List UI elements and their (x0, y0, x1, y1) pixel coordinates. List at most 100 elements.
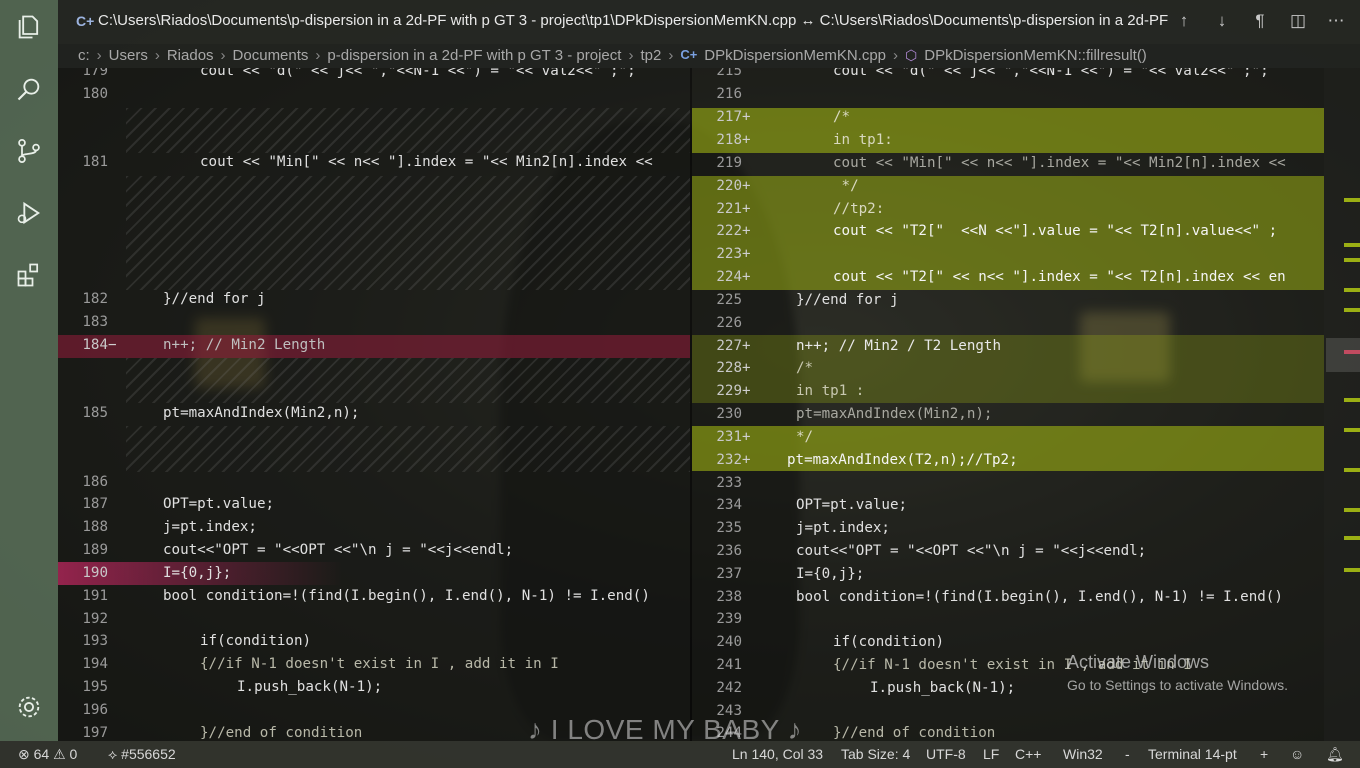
diff-tab-title[interactable]: C:\Users\Riados\Documents\p-dispersion i… (98, 12, 1172, 29)
branch-indicator[interactable]: ⟡ #556652 (108, 746, 176, 763)
encoding[interactable]: UTF-8 (926, 746, 966, 762)
chevron-right-icon: › (628, 47, 634, 64)
notifications-bell-icon[interactable]: 🔔︎ (1326, 746, 1344, 763)
activity-bar (0, 0, 58, 741)
code-line: 181 cout << "Min[" << n<< "].index = "<< … (58, 151, 690, 174)
cursor-position[interactable]: Ln 140, Col 33 (732, 746, 823, 762)
code-line: 216 (716, 86, 742, 102)
code-text: bool condition=!(find(I.begin(), I.end()… (796, 589, 1283, 605)
code-line-added: 224 + cout << "T2[" << n<< "].index = "<< … (692, 266, 1324, 289)
code-text: if(condition) (200, 633, 312, 649)
warning-icon: ⚠ (53, 746, 66, 762)
code-line: 189 cout<<"OPT = "<<OPT <<"\n j = "<<j<<e… (58, 539, 690, 562)
code-text: //tp2: (833, 201, 885, 217)
extensions-icon[interactable] (14, 260, 44, 290)
code-text: OPT=pt.value; (796, 497, 908, 513)
code-text: /* (796, 360, 814, 376)
platform[interactable]: Win32 (1063, 746, 1103, 762)
next-change-icon[interactable]: ↓ (1212, 10, 1232, 32)
breadcrumb-item[interactable]: tp2 (640, 47, 661, 64)
breadcrumb-item[interactable]: DPkDispersionMemKN::fillresult() (924, 47, 1147, 64)
code-line: 195 I.push_back(N-1); (58, 676, 690, 699)
breadcrumb-item[interactable]: Documents (233, 47, 309, 64)
code-text: if(condition) (833, 634, 945, 650)
code-text: I.push_back(N-1); (870, 680, 1016, 696)
code-text: */ (833, 178, 859, 194)
code-text: j=pt.index; (163, 519, 257, 535)
code-text: in tp1 : (796, 383, 865, 399)
code-text: cout<<"OPT = "<<OPT <<"\n j = "<<j<<endl… (163, 542, 514, 558)
language-mode[interactable]: C++ (1015, 746, 1041, 762)
breadcrumb-item[interactable]: DPkDispersionMemKN.cpp (704, 47, 886, 64)
code-text: {//if N-1 doesn't exist in I , add it in… (200, 656, 559, 672)
diff-original-pane[interactable]: 179 cout << "d(" << j<< ","<<N-1 <<") = "… (58, 68, 690, 741)
code-line-added: 217 +/* (692, 106, 1324, 129)
error-icon: ⊗ (18, 746, 30, 762)
code-text: cout << "T2[" << n<< "].index = "<< T2[n… (833, 269, 1286, 285)
tab-size[interactable]: Tab Size: 4 (841, 746, 910, 762)
source-control-icon: ⟡ (108, 746, 118, 762)
code-line: 185 pt=maxAndIndex(Min2,n); (58, 402, 690, 425)
breadcrumb-item[interactable]: Users (109, 47, 148, 64)
code-text: cout << "T2[" <<N <<"].value = "<< T2[n]… (833, 223, 1278, 239)
code-text: }//end of condition (833, 725, 996, 741)
overview-ruler[interactable] (1324, 68, 1360, 741)
more-actions-icon[interactable]: ⋯ (1326, 10, 1346, 32)
problems-indicator[interactable]: ⊗ 64 ⚠ 0 (18, 746, 77, 763)
terminal-font-size[interactable]: Terminal 14-pt (1148, 746, 1237, 762)
change-marker (1344, 568, 1360, 572)
code-line: 237 I={0,j}; (692, 563, 1324, 586)
code-line-added: 220 + */ (692, 175, 1324, 198)
code-text: I={0,j}; (163, 565, 232, 581)
breadcrumb: c: › Users › Riados › Documents › p-dispersi… (58, 44, 1360, 68)
code-line-removed: 184− n++; // Min2 Length (58, 334, 690, 357)
breadcrumb-item[interactable]: p-dispersion in a 2d-PF with p GT 3 - pr… (327, 47, 621, 64)
code-line: 230 pt=maxAndIndex(Min2,n); (692, 403, 1324, 426)
previous-change-icon[interactable]: ↑ (1174, 10, 1194, 32)
change-marker (1344, 198, 1360, 202)
diff-filler (126, 426, 690, 472)
status-bar: ⊗ 64 ⚠ 0 ⟡ #556652 Ln 140, Col 33 Tab Si… (0, 741, 1360, 768)
code-line: 238 bool condition=!(find(I.begin(), I.en… (692, 586, 1324, 609)
diff-modified-pane[interactable]: 215 cout << "d(" << j<< ","<<N-1 <<") = "… (692, 68, 1324, 741)
code-line: 191 bool condition=!(find(I.begin(), I.en… (58, 585, 690, 608)
code-text: }//end for j (163, 291, 266, 307)
code-text: pt=maxAndIndex(Min2,n); (796, 406, 993, 422)
code-text: j=pt.index; (796, 520, 890, 536)
code-text: }//end of condition (200, 725, 363, 741)
code-text: cout<<"OPT = "<<OPT <<"\n j = "<<j<<endl… (796, 543, 1147, 559)
code-line: 235 j=pt.index; (692, 517, 1324, 540)
code-text: bool condition=!(find(I.begin(), I.end()… (163, 588, 650, 604)
show-whitespace-icon[interactable]: ¶ (1250, 10, 1270, 32)
code-text: /* (833, 109, 851, 125)
code-line: 226 (716, 315, 742, 331)
code-text: cout << "d(" << j<< ","<<N-1 <<") = "<< … (200, 68, 636, 79)
code-line-added: 223 + (716, 246, 751, 262)
chevron-right-icon: › (220, 47, 226, 64)
settings-gear-icon[interactable] (14, 692, 44, 722)
change-marker (1344, 398, 1360, 402)
watermark-title: Activate Windows (1067, 652, 1210, 672)
split-editor-icon[interactable]: ◫ (1288, 10, 1308, 32)
run-debug-icon[interactable] (14, 198, 44, 228)
change-marker (1344, 258, 1360, 262)
chevron-right-icon: › (668, 47, 674, 64)
code-line: 194 {//if N-1 doesn't exist in I , add it… (58, 653, 690, 676)
cpp-file-icon: C+ (680, 47, 698, 62)
breadcrumb-item[interactable]: Riados (167, 47, 214, 64)
breadcrumb-item[interactable]: c: (78, 47, 90, 64)
code-line: 192 (82, 611, 108, 627)
add-button[interactable]: + (1260, 746, 1268, 762)
scroll-thumb[interactable] (1326, 338, 1360, 372)
code-line: 236 cout<<"OPT = "<<OPT <<"\n j = "<<j<<e… (692, 540, 1324, 563)
change-marker (1344, 243, 1360, 247)
end-of-line[interactable]: LF (983, 746, 999, 762)
code-line: 183 (82, 314, 108, 330)
search-icon[interactable] (14, 74, 44, 104)
source-control-icon[interactable] (14, 136, 44, 166)
feedback-icon[interactable]: ☺ (1290, 746, 1304, 762)
explorer-icon[interactable] (14, 12, 44, 42)
change-marker (1344, 428, 1360, 432)
code-line: 182}//end for j (58, 288, 690, 311)
code-line: 240 if(condition) (692, 631, 1324, 654)
